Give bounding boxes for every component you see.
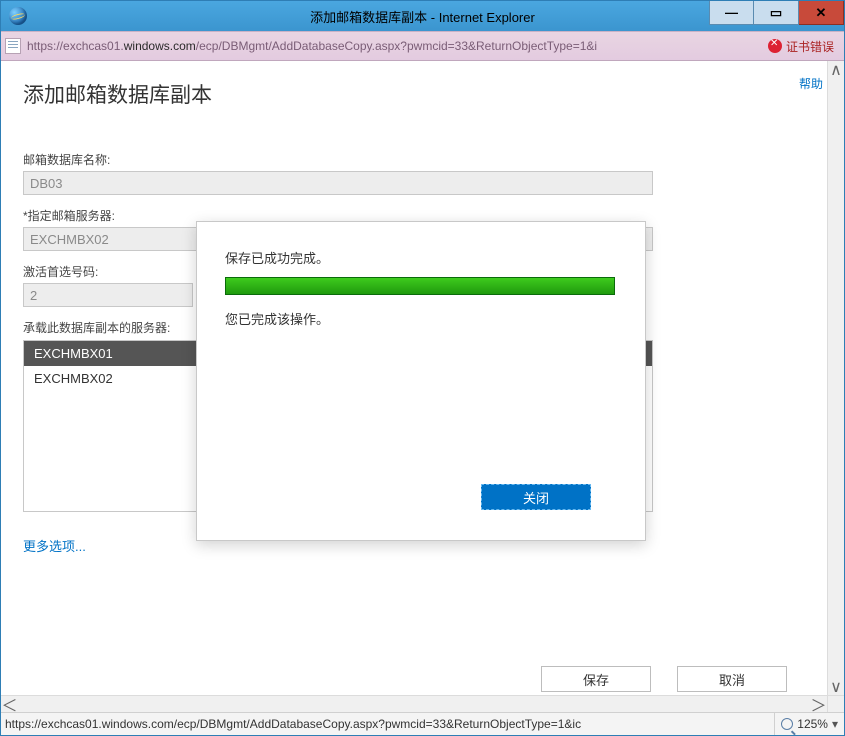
window-controls: — ▭ ✕ [709,1,844,31]
certificate-error-badge[interactable]: 证书错误 [768,38,840,55]
url-path: /ecp/DBMgmt/AddDatabaseCopy.aspx?pwmcid=… [196,39,597,53]
db-name-field [23,171,653,195]
client-area: 帮助 添加邮箱数据库副本 邮箱数据库名称: *指定邮箱服务器: 激活首选号码: … [1,61,844,735]
page-icon [5,38,21,54]
ie-window: 添加邮箱数据库副本 - Internet Explorer — ▭ ✕ http… [0,0,845,736]
zoom-control[interactable]: 125% ▾ [774,713,844,735]
cancel-button[interactable]: 取消 [677,666,787,692]
maximize-button[interactable]: ▭ [754,1,799,25]
url-host-pre: exchcas01. [63,39,124,53]
more-options-link[interactable]: 更多选项... [23,536,86,555]
page-title: 添加邮箱数据库副本 [23,79,827,109]
cert-error-icon [768,39,782,53]
progress-bar [225,277,615,295]
scroll-up-icon[interactable]: ∧ [828,61,844,78]
dialog-close-button[interactable]: 关闭 [481,484,591,510]
save-button[interactable]: 保存 [541,666,651,692]
minimize-button[interactable]: — [709,1,754,25]
db-name-label: 邮箱数据库名称: [23,151,663,168]
dialog-message-2: 您已完成该操作。 [225,309,617,328]
activation-field [23,283,193,307]
url-host: windows.com [124,39,196,53]
zoom-dropdown-icon[interactable]: ▾ [832,717,838,731]
url-scheme: https:// [27,39,63,53]
scroll-right-icon[interactable]: ＞ [810,696,827,712]
form-buttons: 保存 取消 [541,666,787,692]
ie-logo-icon [9,7,27,25]
magnifier-icon [781,718,793,730]
window-close-button[interactable]: ✕ [799,1,844,25]
completion-dialog: 保存已成功完成。 您已完成该操作。 关闭 [196,221,646,541]
help-link[interactable]: 帮助 [799,75,823,92]
address-url[interactable]: https://exchcas01.windows.com/ecp/DBMgmt… [27,39,762,53]
cert-error-label: 证书错误 [786,38,834,55]
scroll-left-icon[interactable]: ＜ [1,696,18,712]
zoom-value: 125% [797,717,828,731]
vertical-scrollbar[interactable]: ∧ ∨ [827,61,844,695]
scroll-down-icon[interactable]: ∨ [828,678,844,695]
db-name-block: 邮箱数据库名称: [23,151,663,195]
scroll-corner [827,695,844,712]
dialog-message-1: 保存已成功完成。 [225,248,617,267]
status-bar: https://exchcas01.windows.com/ecp/DBMgmt… [1,712,844,735]
status-url: https://exchcas01.windows.com/ecp/DBMgmt… [5,717,774,731]
window-titlebar: 添加邮箱数据库副本 - Internet Explorer — ▭ ✕ [1,1,844,31]
horizontal-scrollbar[interactable]: ＜ ＞ [1,695,827,712]
address-bar: https://exchcas01.windows.com/ecp/DBMgmt… [1,31,844,61]
